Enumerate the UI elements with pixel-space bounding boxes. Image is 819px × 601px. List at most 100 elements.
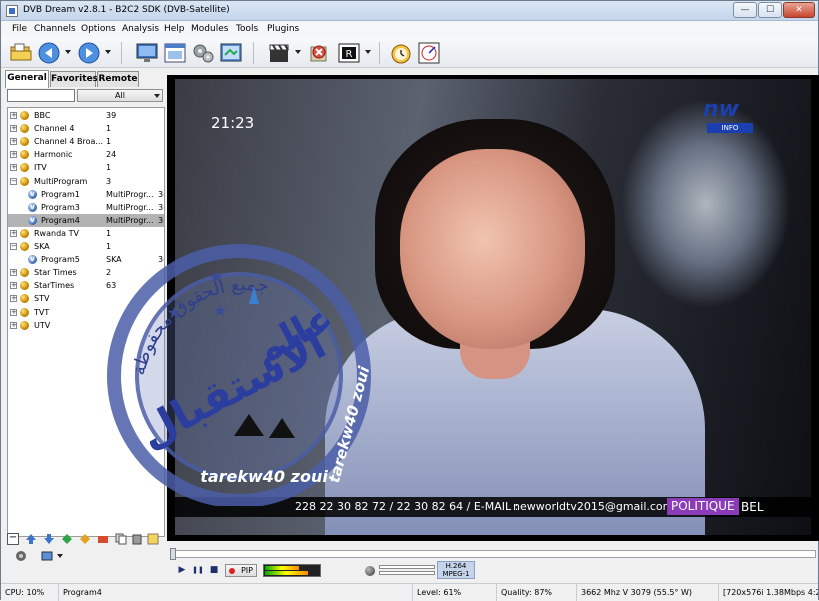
- view-mode-dropdown-arrow[interactable]: [57, 554, 63, 558]
- expand-toggle-icon[interactable]: +: [10, 125, 17, 133]
- copy-icon[interactable]: [115, 533, 127, 545]
- move-icon[interactable]: [79, 533, 91, 545]
- audio-codec: MPEG-1: [442, 570, 470, 578]
- seek-thumb[interactable]: [170, 548, 176, 560]
- expand-toggle-icon[interactable]: +: [10, 321, 17, 329]
- maximize-button[interactable]: ☐: [758, 2, 782, 18]
- pip-button[interactable]: PIP: [225, 564, 257, 577]
- channel-group-row[interactable]: + Channel 4 1: [8, 122, 164, 135]
- program-row[interactable]: V Program1 MultiProgr... 3(: [8, 188, 164, 201]
- recorder-icon[interactable]: R: [337, 41, 361, 65]
- channel-logo-sub: INFO: [707, 123, 753, 133]
- forward-dropdown-arrow[interactable]: [105, 50, 111, 54]
- row-name: TVT: [34, 307, 50, 317]
- video-channel-icon: V: [28, 255, 37, 265]
- open-folder-icon[interactable]: [9, 41, 33, 65]
- expand-toggle-icon[interactable]: +: [10, 308, 17, 316]
- menu-plugins[interactable]: Plugins: [267, 24, 299, 34]
- expand-toggle-icon[interactable]: +: [10, 282, 17, 290]
- channel-group-row[interactable]: + ITV 1: [8, 161, 164, 174]
- settings-gears-icon[interactable]: [191, 41, 215, 65]
- row-count: 1: [106, 124, 112, 134]
- satellite-dish-icon[interactable]: [15, 550, 27, 562]
- note-icon[interactable]: [147, 533, 159, 545]
- expand-toggle-icon[interactable]: +: [10, 229, 17, 237]
- channel-group-row[interactable]: + BBC 39: [8, 109, 164, 122]
- play-button[interactable]: ▶: [175, 563, 189, 577]
- tab-general[interactable]: General: [5, 70, 49, 88]
- menu-channels[interactable]: Channels: [34, 24, 76, 34]
- minimize-button[interactable]: —: [733, 2, 757, 18]
- delete-icon[interactable]: [131, 533, 143, 545]
- status-tuning: 3662 Mhz V 3079 (55.5° W): [577, 584, 719, 601]
- channel-group-row[interactable]: + Channel 4 Broa... 1: [8, 135, 164, 148]
- ticker-email: newworldtv2015@gmail.com: [513, 500, 674, 513]
- clapperboard-icon[interactable]: [267, 41, 291, 65]
- expand-toggle-icon[interactable]: +: [10, 151, 17, 159]
- provider-globe-icon: [20, 281, 29, 291]
- menu-tools[interactable]: Tools: [236, 24, 258, 34]
- collapse-icon[interactable]: −: [7, 533, 19, 545]
- collapse-toggle-icon[interactable]: −: [10, 243, 17, 250]
- status-quality: Quality: 87%: [497, 584, 577, 601]
- record-dropdown-arrow[interactable]: [295, 50, 301, 54]
- stop-record-icon[interactable]: [307, 41, 331, 65]
- view-mode-icon[interactable]: [41, 550, 53, 562]
- volume-rail: [379, 565, 435, 569]
- channel-group-row[interactable]: + Harmonic 24: [8, 148, 164, 161]
- menu-help[interactable]: Help: [164, 24, 185, 34]
- filter-select-value: All: [115, 91, 125, 100]
- seek-bar[interactable]: [170, 548, 816, 560]
- toolbar-separator: [379, 42, 380, 64]
- sort-up-icon[interactable]: [25, 533, 37, 545]
- expand-toggle-icon[interactable]: +: [10, 269, 17, 277]
- menu-analysis[interactable]: Analysis: [122, 24, 159, 34]
- signal-analyzer-icon[interactable]: [417, 41, 441, 65]
- program-row[interactable]: V Program3 MultiProgr... 3(: [8, 201, 164, 214]
- menu-options[interactable]: Options: [81, 24, 116, 34]
- channel-group-row[interactable]: − MultiProgram 3: [8, 175, 164, 188]
- menu-modules[interactable]: Modules: [191, 24, 228, 34]
- back-dropdown-arrow[interactable]: [65, 50, 71, 54]
- monitor-icon[interactable]: [135, 41, 159, 65]
- volume-slider[interactable]: [379, 563, 435, 577]
- expand-toggle-icon[interactable]: +: [10, 164, 17, 172]
- add-favorite-icon[interactable]: [61, 533, 73, 545]
- stamp-handle-1: tarekw40 zoui: [200, 467, 328, 486]
- pause-button[interactable]: ❚❚: [191, 563, 205, 577]
- tab-favorites[interactable]: Favorites: [50, 71, 98, 87]
- row-name: MultiProgram: [34, 176, 88, 186]
- program-row[interactable]: V Program4 MultiProgr... 3(: [8, 213, 164, 227]
- row-count: 1: [106, 163, 112, 173]
- menu-file[interactable]: File: [12, 24, 27, 34]
- row-name: StarTimes: [34, 281, 75, 291]
- window-view-icon[interactable]: [163, 41, 187, 65]
- search-input[interactable]: [7, 89, 75, 102]
- row-name: Program4: [41, 215, 80, 225]
- edit-icon[interactable]: [97, 533, 109, 545]
- timer-clock-icon[interactable]: [389, 41, 413, 65]
- tab-remote[interactable]: Remote: [97, 71, 139, 87]
- status-bar: CPU: 10% Program4 Level: 61% Quality: 87…: [1, 583, 818, 601]
- close-button[interactable]: ✕: [783, 2, 815, 18]
- video-codec: H.264: [445, 562, 467, 570]
- volume-icon[interactable]: [365, 566, 375, 576]
- main-window: DVB Dream v2.8.1 - B2C2 SDK (DVB-Satelli…: [0, 0, 819, 601]
- filter-select[interactable]: All: [77, 89, 163, 102]
- codec-indicator: H.264 MPEG-1: [437, 561, 475, 579]
- expand-toggle-icon[interactable]: +: [10, 112, 17, 119]
- provider-globe-icon: [20, 320, 29, 330]
- collapse-toggle-icon[interactable]: −: [10, 177, 17, 185]
- provider-globe-icon: [20, 268, 29, 278]
- expand-toggle-icon[interactable]: +: [10, 138, 17, 146]
- window-title: DVB Dream v2.8.1 - B2C2 SDK (DVB-Satelli…: [23, 5, 230, 15]
- epg-screen-icon[interactable]: [219, 41, 243, 65]
- expand-toggle-icon[interactable]: +: [10, 295, 17, 303]
- video-channel-icon: V: [28, 202, 37, 212]
- stop-button[interactable]: ■: [207, 563, 221, 577]
- row-count: 1: [106, 137, 112, 147]
- forward-arrow-icon[interactable]: [77, 41, 101, 65]
- back-arrow-icon[interactable]: [37, 41, 61, 65]
- recorder-dropdown-arrow[interactable]: [365, 50, 371, 54]
- sort-down-icon[interactable]: [43, 533, 55, 545]
